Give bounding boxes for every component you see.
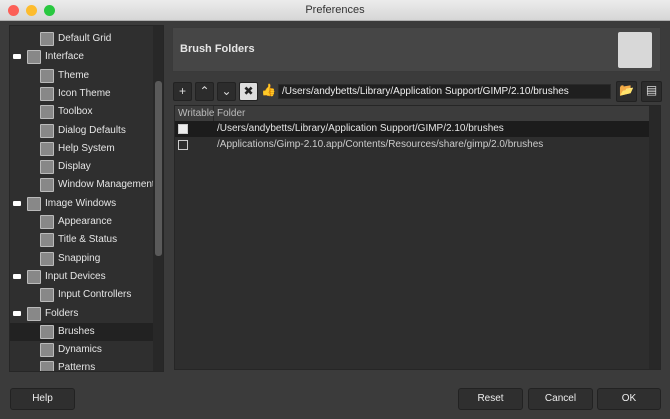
appearance-icon xyxy=(40,215,54,229)
sidebar-item[interactable]: Appearance xyxy=(10,213,153,231)
sidebar-item[interactable]: Help System xyxy=(10,140,153,158)
window-title: Preferences xyxy=(305,4,365,16)
sidebar-item[interactable]: Icon Theme xyxy=(10,85,153,103)
cancel-button[interactable]: Cancel xyxy=(528,388,593,410)
collapse-icon[interactable] xyxy=(13,310,21,316)
theme-icon xyxy=(40,68,54,83)
sidebar-item-label: Theme xyxy=(58,69,90,81)
sidebar-item[interactable]: Dialog Defaults xyxy=(10,122,153,140)
sidebar-item-label: Default Grid xyxy=(58,33,112,44)
sidebar-item[interactable]: Default Grid xyxy=(10,30,153,48)
sidebar-item-label: Icon Theme xyxy=(58,87,111,99)
preferences-tree: Default Grid Interface Theme Icon Theme Tool… xyxy=(9,25,164,372)
title-bar: Preferences xyxy=(0,0,670,21)
sidebar-item[interactable]: Toolbox xyxy=(10,103,153,121)
sidebar-item[interactable]: Input Devices xyxy=(10,268,153,286)
writable-checkbox[interactable] xyxy=(178,124,188,134)
sidebar-item-label: Folders xyxy=(45,307,79,319)
folders-icon xyxy=(27,306,41,321)
column-header-folder[interactable]: Folder xyxy=(214,106,650,121)
folder-path: /Applications/Gimp-2.10.app/Contents/Res… xyxy=(217,139,544,150)
open-folder-icon: 📂 xyxy=(619,83,634,97)
brush-folder-icon xyxy=(618,32,652,68)
page-title: Brush Folders xyxy=(180,43,255,55)
delete-button[interactable]: ✖ xyxy=(239,82,258,101)
reset-button[interactable]: Reset xyxy=(458,388,523,410)
sidebar-item-label: Dynamics xyxy=(58,344,102,356)
move-down-button[interactable]: ⌄ xyxy=(217,82,236,101)
sidebar-item-label: Dialog Defaults xyxy=(58,124,126,136)
sidebar-scrollbar[interactable] xyxy=(153,26,163,371)
interface-icon xyxy=(27,50,41,65)
sidebar-item-label: Interface xyxy=(45,51,84,63)
help-system-icon xyxy=(40,141,54,156)
toolbox-icon xyxy=(40,105,54,120)
image-windows-icon xyxy=(27,196,41,211)
sidebar-item[interactable]: Snapping xyxy=(10,250,153,268)
collapse-icon[interactable] xyxy=(13,200,21,206)
sidebar-item-label: Image Windows xyxy=(45,197,117,209)
sidebar-item-label: Appearance xyxy=(58,216,112,227)
sidebar-item[interactable]: Title & Status xyxy=(10,231,153,249)
delete-icon: ✖ xyxy=(243,84,254,98)
new-folder-button[interactable]: + xyxy=(173,82,192,101)
input-controllers-icon xyxy=(40,288,54,303)
sidebar-item-label: Input Controllers xyxy=(58,289,132,301)
help-button[interactable]: Help xyxy=(10,388,75,410)
page-header: Brush Folders xyxy=(172,27,661,72)
sidebar-item[interactable]: Image Windows xyxy=(10,195,153,213)
sidebar-item[interactable]: Dynamics xyxy=(10,341,153,359)
sidebar-item-label: Display xyxy=(58,161,91,173)
move-up-button[interactable]: ⌃ xyxy=(195,82,214,101)
dynamics-folder-icon xyxy=(40,343,54,358)
sidebar-item-label: Window Management xyxy=(58,179,155,191)
collapse-icon[interactable] xyxy=(13,273,21,279)
input-devices-icon xyxy=(27,269,41,284)
chevron-up-icon: ⌃ xyxy=(199,84,210,98)
window-management-icon xyxy=(40,178,54,193)
new-icon: + xyxy=(178,84,186,98)
sidebar-item[interactable]: Interface xyxy=(10,48,153,66)
sidebar-item[interactable]: Brushes xyxy=(10,322,153,341)
sidebar-item-label: Title & Status xyxy=(58,234,118,246)
dialog-defaults-icon xyxy=(40,123,54,138)
sidebar-item-label: Help System xyxy=(58,142,115,154)
folder-path-input[interactable]: /Users/andybetts/Library/Application Sup… xyxy=(278,84,611,99)
browse-folder-button[interactable]: 📂 xyxy=(616,81,637,102)
patterns-folder-icon xyxy=(40,361,54,371)
folder-path: /Users/andybetts/Library/Application Sup… xyxy=(217,123,504,134)
sidebar-item[interactable]: Theme xyxy=(10,67,153,85)
icon-theme-icon xyxy=(40,86,54,101)
brushes-folder-icon xyxy=(40,324,54,339)
table-scrollbar[interactable] xyxy=(649,106,660,369)
sidebar-item[interactable]: Window Management xyxy=(10,176,155,194)
thumbs-up-icon: 👍 xyxy=(261,83,276,97)
sidebar-item-label: Patterns xyxy=(58,362,96,372)
sidebar-item[interactable]: Patterns xyxy=(10,359,153,372)
sidebar-item-label: Toolbox xyxy=(58,106,93,118)
chevron-down-icon: ⌄ xyxy=(221,84,232,98)
column-header-writable[interactable]: Writable xyxy=(175,106,215,121)
file-cabinet-button[interactable]: ▤ xyxy=(641,81,662,102)
sidebar-item-label: Brushes xyxy=(58,325,95,337)
title-status-icon xyxy=(40,233,54,248)
display-icon xyxy=(40,160,54,175)
sidebar-item-label: Input Devices xyxy=(45,270,106,282)
collapse-icon[interactable] xyxy=(13,54,21,60)
sidebar-item[interactable]: Folders xyxy=(10,305,153,323)
sidebar-item-label: Snapping xyxy=(58,252,101,264)
table-row[interactable]: /Applications/Gimp-2.10.app/Contents/Res… xyxy=(175,137,650,153)
table-row[interactable]: /Users/andybetts/Library/Application Sup… xyxy=(175,121,650,137)
snapping-icon xyxy=(40,251,54,266)
grid-icon xyxy=(40,32,54,46)
ok-button[interactable]: OK xyxy=(597,388,661,410)
folders-table: Writable Folder /Users/andybetts/Library… xyxy=(174,105,661,370)
minimize-window-button[interactable] xyxy=(26,5,37,16)
sidebar-item[interactable]: Input Controllers xyxy=(10,286,153,304)
sidebar-item[interactable]: Display xyxy=(10,158,153,176)
close-window-button[interactable] xyxy=(8,5,19,16)
writable-checkbox[interactable] xyxy=(178,140,188,150)
zoom-window-button[interactable] xyxy=(44,5,55,16)
cabinet-icon: ▤ xyxy=(645,83,658,97)
